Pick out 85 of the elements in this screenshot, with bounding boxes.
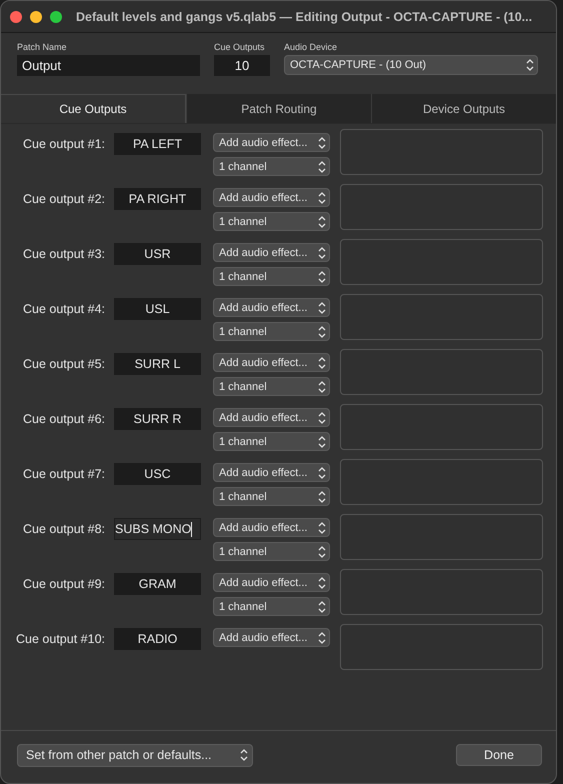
output-name-field[interactable]: SUBS MONO	[114, 518, 201, 540]
output-label: Cue output #10:	[15, 632, 105, 646]
output-label: Cue output #8:	[22, 522, 105, 536]
effects-list[interactable]	[340, 404, 543, 450]
stepper-icon	[318, 324, 326, 338]
channel-popup[interactable]: 1 channel	[213, 322, 330, 341]
field-label: Patch Name	[17, 42, 68, 52]
minimize-button[interactable]	[30, 10, 42, 22]
output-name-field[interactable]: USL	[114, 298, 201, 320]
output-label: Cue output #6:	[22, 412, 105, 426]
audio-device-popup[interactable]: OCTA-CAPTURE - (10 Out)	[284, 55, 538, 75]
channel-popup[interactable]: 1 channel	[213, 487, 330, 506]
effects-list[interactable]	[340, 459, 543, 505]
audio-effect-popup[interactable]: Add audio effect...	[213, 573, 330, 592]
output-label: Cue output #7:	[22, 467, 105, 481]
stepper-icon	[240, 748, 248, 762]
effects-list[interactable]	[340, 294, 543, 340]
output-name-field[interactable]: USR	[114, 243, 201, 265]
stepper-icon	[318, 630, 326, 644]
effects-list[interactable]	[340, 184, 543, 230]
output-label: Cue output #1:	[22, 137, 105, 151]
channel-popup[interactable]: 1 channel	[213, 267, 330, 286]
output-label: Cue output #5:	[22, 357, 105, 371]
audio-effect-popup[interactable]: Add audio effect...	[213, 518, 330, 537]
output-name-field[interactable]: SURR R	[114, 408, 201, 430]
output-label: Cue output #9:	[22, 577, 105, 591]
stepper-icon	[318, 466, 326, 480]
stepper-icon	[318, 600, 326, 614]
stepper-icon	[318, 136, 326, 150]
stepper-icon	[318, 270, 326, 284]
effects-list[interactable]	[340, 624, 543, 670]
channel-popup[interactable]: 1 channel	[213, 542, 330, 561]
cue-outputs-field[interactable]: 10	[214, 55, 270, 76]
stepper-icon	[318, 356, 326, 370]
stepper-icon	[318, 190, 326, 204]
field-label: Audio Device	[284, 42, 338, 52]
preset-popup[interactable]: Set from other patch or defaults...	[17, 744, 253, 766]
window-title: Default levels and gangs v5.qlab5 — Editing Output - OCTA-CAPTURE - (10...	[76, 10, 532, 24]
stepper-icon	[526, 58, 534, 72]
audio-effect-popup[interactable]: Add audio effect...	[213, 408, 330, 427]
output-name-field[interactable]: RADIO	[114, 628, 201, 650]
audio-effect-popup[interactable]: Add audio effect...	[213, 133, 330, 152]
stepper-icon	[318, 300, 326, 314]
audio-effect-popup[interactable]: Add audio effect...	[213, 243, 330, 262]
stepper-icon	[318, 490, 326, 504]
channel-popup[interactable]: 1 channel	[213, 212, 330, 231]
channel-popup[interactable]: 1 channel	[213, 377, 330, 396]
audio-effect-popup[interactable]: Add audio effect...	[213, 353, 330, 372]
stepper-icon	[318, 380, 326, 394]
audio-effect-popup[interactable]: Add audio effect...	[213, 298, 330, 317]
output-label: Cue output #3:	[22, 247, 105, 261]
zoom-button[interactable]	[50, 10, 62, 22]
stepper-icon	[318, 246, 326, 260]
channel-popup[interactable]: 1 channel	[213, 597, 330, 616]
stepper-icon	[318, 410, 326, 424]
output-name-field[interactable]: USC	[114, 463, 201, 485]
tab[interactable]: Device Outputs	[371, 94, 556, 123]
audio-effect-popup[interactable]: Add audio effect...	[213, 463, 330, 482]
output-label: Cue output #2:	[22, 192, 105, 206]
channel-popup[interactable]: 1 channel	[213, 157, 330, 176]
effects-list[interactable]	[340, 239, 543, 285]
effects-list[interactable]	[340, 569, 543, 615]
channel-popup[interactable]: 1 channel	[213, 432, 330, 451]
tab[interactable]: Patch Routing	[186, 94, 371, 123]
output-name-field[interactable]: SURR L	[114, 353, 201, 375]
done-button[interactable]: Done	[456, 744, 542, 766]
stepper-icon	[318, 214, 326, 228]
stepper-icon	[318, 544, 326, 558]
output-name-field[interactable]: GRAM	[114, 573, 201, 595]
patch-name-field[interactable]: Output	[17, 55, 200, 76]
tab[interactable]: Cue Outputs	[1, 94, 186, 123]
stepper-icon	[318, 434, 326, 448]
audio-effect-popup[interactable]: Add audio effect...	[213, 628, 330, 647]
stepper-icon	[318, 576, 326, 590]
effects-list[interactable]	[340, 514, 543, 560]
stepper-icon	[318, 160, 326, 174]
stepper-icon	[318, 520, 326, 534]
output-label: Cue output #4:	[22, 302, 105, 316]
close-button[interactable]	[10, 10, 22, 22]
effects-list[interactable]	[340, 349, 543, 395]
audio-effect-popup[interactable]: Add audio effect...	[213, 188, 330, 207]
output-name-field[interactable]: PA LEFT	[114, 133, 201, 155]
field-label: Cue Outputs	[214, 42, 266, 52]
effects-list[interactable]	[340, 129, 543, 175]
output-name-field[interactable]: PA RIGHT	[114, 188, 201, 210]
